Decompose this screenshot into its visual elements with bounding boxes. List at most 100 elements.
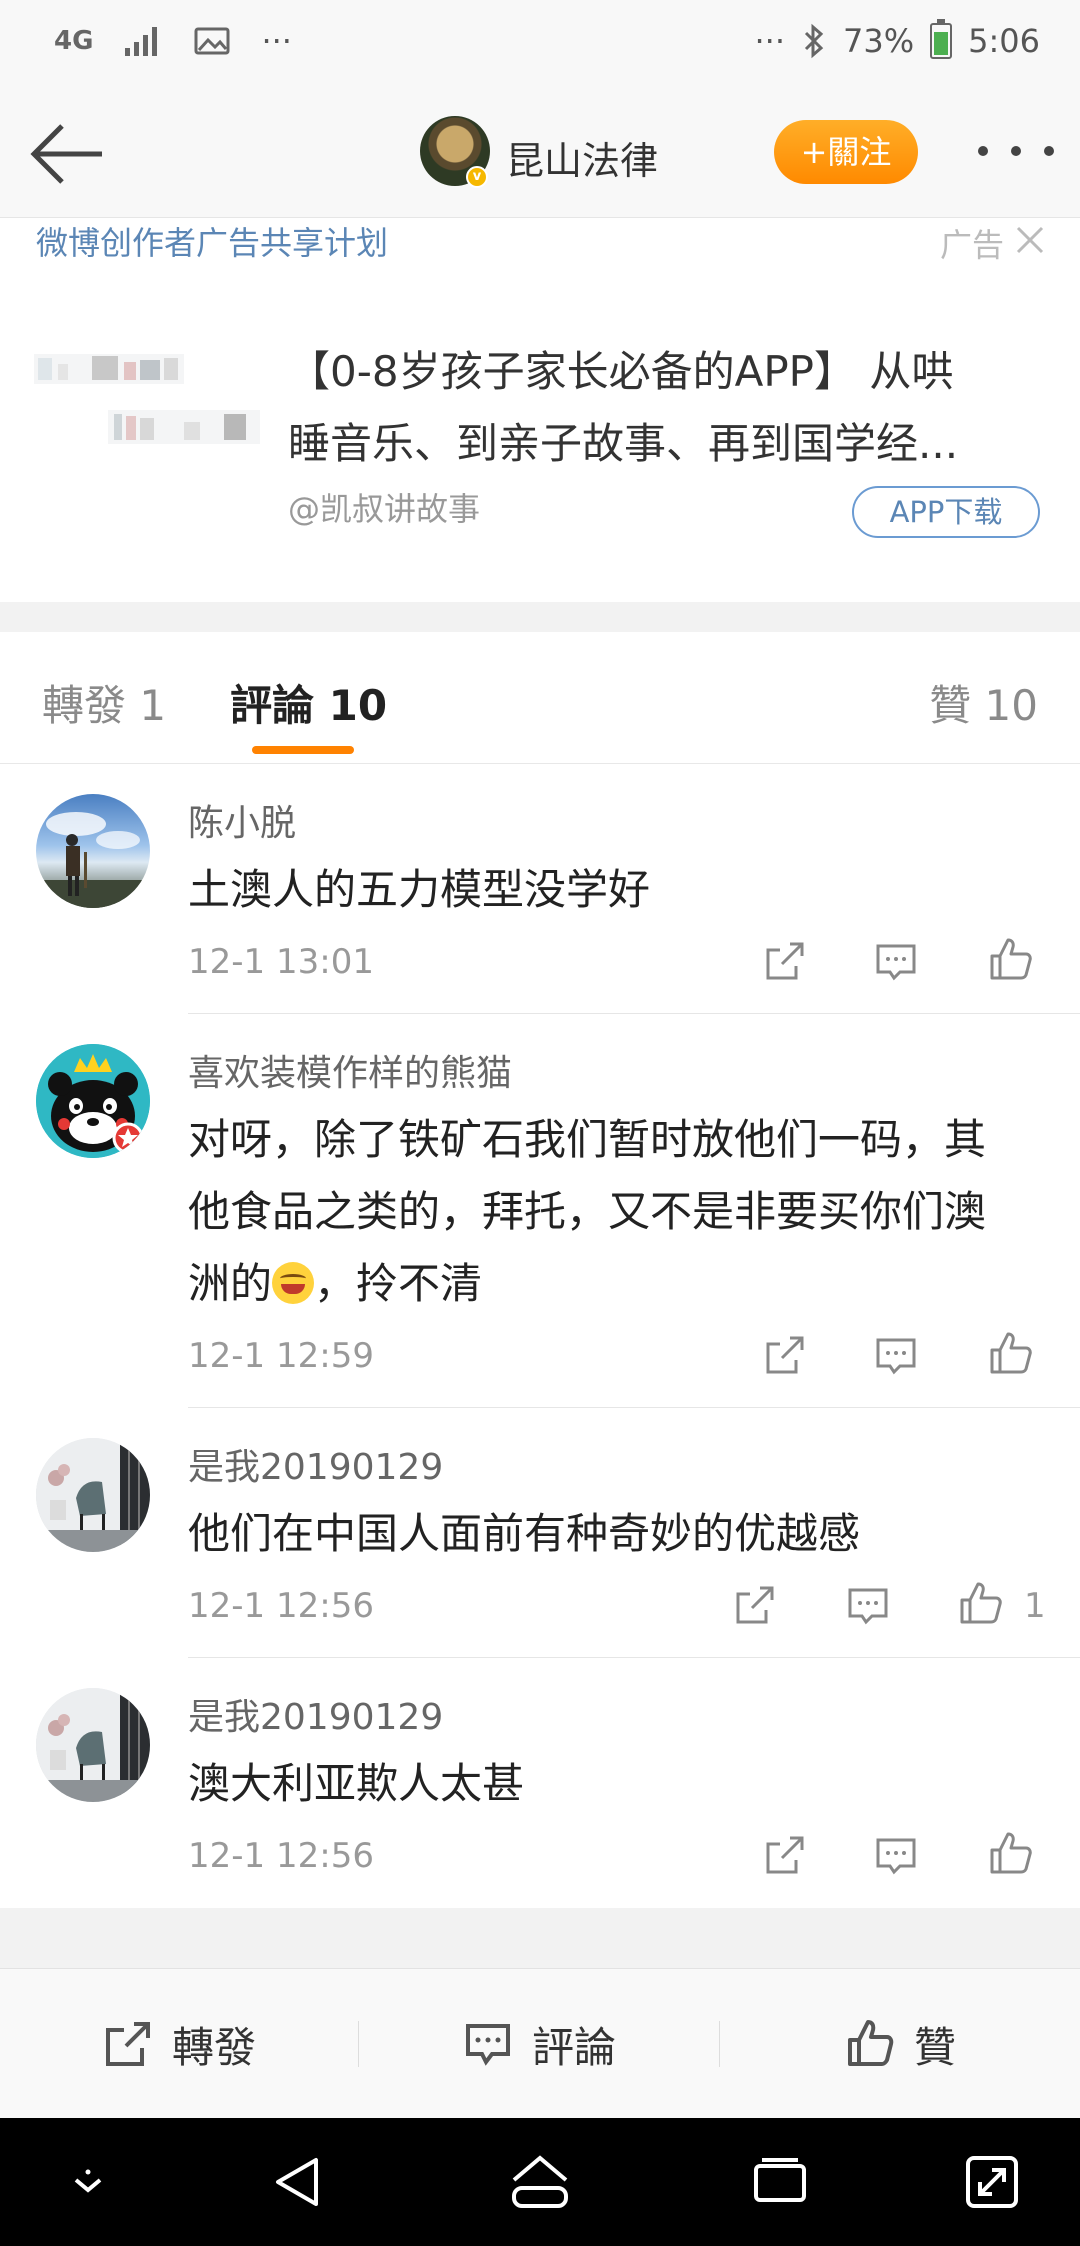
- image-notification-icon: [194, 27, 230, 55]
- app-download-button[interactable]: APP下载: [852, 486, 1040, 538]
- chevron-down-icon: [74, 2169, 102, 2193]
- comment-text: 土澳人的五力模型没学好: [188, 865, 651, 914]
- status-bar: 4G ··· ··· 73% 5:06: [0, 0, 1080, 90]
- like-comment-button[interactable]: [986, 1830, 1034, 1878]
- signal-icon: [125, 27, 158, 56]
- like-comment-button[interactable]: [986, 1330, 1034, 1378]
- hide-keyboard-button[interactable]: [58, 2152, 118, 2212]
- reply-comment-button[interactable]: [872, 1832, 920, 1880]
- comment-author[interactable]: 喜欢装模作样的熊猫: [188, 1044, 512, 1096]
- comment-icon: [876, 944, 916, 981]
- repost-comment-button[interactable]: [760, 1832, 808, 1880]
- comment-icon: [848, 1588, 888, 1625]
- thumbs-up-icon: [847, 2020, 894, 2066]
- ad-program-label[interactable]: 微博创作者广告共享计划: [36, 218, 388, 264]
- more-icon: [978, 146, 988, 156]
- comment-list: 陈小脱 土澳人的五力模型没学好 12-1 13:01 喜欢装模作样的熊猫 对呀，…: [0, 764, 1080, 1908]
- repost-button[interactable]: 轉發: [0, 1969, 358, 2119]
- tab-comment[interactable]: 評論 10: [230, 672, 387, 733]
- comment-item[interactable]: 是我20190129 澳大利亚欺人太甚 12-1 12:56: [0, 1658, 1080, 1908]
- tab-like[interactable]: 贊 10: [929, 672, 1038, 733]
- more-status-indicator: ···: [754, 22, 786, 60]
- comment-button[interactable]: 評論: [359, 1969, 719, 2119]
- recents-icon: [754, 2158, 806, 2202]
- share-icon: [766, 1336, 804, 1374]
- comment-text: 澳大利亚欺人太甚: [188, 1759, 525, 1808]
- comment-author[interactable]: 陈小脱: [188, 794, 296, 846]
- thumbs-up-icon: [960, 1582, 1002, 1624]
- comment-item[interactable]: 是我20190129 他们在中国人面前有种奇妙的优越感 12-1 12:56 1: [0, 1408, 1080, 1658]
- ad-description-line: 【0-8岁孩子家长必备的APP】 从哄: [288, 347, 954, 396]
- share-icon: [736, 1586, 774, 1624]
- ad-source[interactable]: @凯叔讲故事: [288, 484, 480, 530]
- reply-comment-button[interactable]: [872, 938, 920, 986]
- system-navigation-bar: [0, 2118, 1080, 2246]
- avatar[interactable]: [36, 1688, 150, 1802]
- more-options-button[interactable]: [978, 126, 1054, 176]
- clock: 5:06: [968, 22, 1040, 60]
- repost-comment-button[interactable]: [760, 938, 808, 986]
- reply-comment-button[interactable]: [872, 1332, 920, 1380]
- repost-comment-button[interactable]: [730, 1582, 778, 1630]
- like-count: 1: [1024, 1586, 1046, 1626]
- laughing-emoji-icon: [272, 1262, 315, 1304]
- network-indicator: 4G: [54, 26, 94, 56]
- repost-label: 轉發: [171, 2022, 256, 2072]
- repost-comment-button[interactable]: [760, 1332, 808, 1380]
- home-icon: [512, 2155, 568, 2208]
- ad-label: 广告: [939, 226, 1004, 264]
- nav-back-button[interactable]: [270, 2152, 330, 2212]
- like-label: 贊: [913, 2022, 956, 2072]
- comment-item[interactable]: 喜欢装模作样的熊猫 对呀，除了铁矿石我们暂时放他们一码，其 他食品之类的，拜托，…: [0, 1014, 1080, 1408]
- comment-text: 他们在中国人面前有种奇妙的优越感: [188, 1509, 861, 1558]
- list-footer-strip: [0, 1908, 1080, 1968]
- like-comment-button[interactable]: [986, 936, 1034, 984]
- ad-description[interactable]: 【0-8岁孩子家长必备的APP】 从哄 睡音乐、到亲子故事、再到国学经...: [288, 336, 1048, 480]
- comment-text-segment: 洲的: [188, 1259, 273, 1308]
- more-notifications-indicator: ···: [261, 22, 292, 60]
- comment-label: 評論: [531, 2022, 616, 2072]
- avatar[interactable]: [36, 1438, 150, 1552]
- back-button[interactable]: [28, 114, 108, 194]
- comment-time: 12-1 12:56: [188, 1586, 374, 1626]
- comment-author[interactable]: 是我20190129: [188, 1688, 443, 1740]
- avatar[interactable]: [36, 794, 150, 908]
- ad-thumbnail-image[interactable]: [34, 336, 260, 466]
- battery-icon: [930, 19, 953, 59]
- close-icon: [1016, 226, 1044, 254]
- comment-item[interactable]: 陈小脱 土澳人的五力模型没学好 12-1 13:01: [0, 764, 1080, 1014]
- reply-comment-button[interactable]: [844, 1582, 892, 1630]
- comment-icon: [465, 2024, 510, 2066]
- share-icon: [766, 1836, 804, 1874]
- like-button[interactable]: 贊: [720, 1969, 1080, 2119]
- back-arrow-icon: [30, 124, 102, 184]
- thumbs-up-icon: [990, 1832, 1032, 1874]
- comment-text-line: 他食品之类的，拜托，又不是非要买你们澳: [188, 1187, 987, 1236]
- post-tabs: 轉發 1 評論 10 贊 10: [0, 632, 1080, 764]
- sponsored-ad-card[interactable]: 微博创作者广告共享计划 广告 【0-8岁孩子家长必备的APP】 从哄 睡音乐、到…: [0, 218, 1080, 602]
- like-comment-button[interactable]: [956, 1580, 1004, 1628]
- author-name[interactable]: 昆山法律: [506, 130, 658, 185]
- avatar[interactable]: [36, 1044, 150, 1158]
- comment-text-line: 对呀，除了铁矿石我们暂时放他们一码，其: [188, 1115, 987, 1164]
- expand-icon: [966, 2156, 1018, 2208]
- comment-time: 12-1 12:59: [188, 1336, 374, 1376]
- comment-text: 对呀，除了铁矿石我们暂时放他们一码，其 他食品之类的，拜托，又不是非要买你们澳 …: [188, 1104, 1048, 1320]
- top-nav-bar: v 昆山法律 +關注: [0, 90, 1080, 218]
- comment-icon: [876, 1838, 916, 1875]
- close-ad-button[interactable]: [1014, 224, 1046, 256]
- tab-repost[interactable]: 轉發 1: [42, 672, 166, 733]
- bluetooth-icon: [804, 23, 824, 59]
- thumbs-up-icon: [990, 938, 1032, 980]
- nav-expand-button[interactable]: [962, 2152, 1022, 2212]
- comment-author[interactable]: 是我20190129: [188, 1438, 443, 1490]
- nav-home-button[interactable]: [510, 2152, 570, 2212]
- comment-icon: [876, 1338, 916, 1375]
- nav-recents-button[interactable]: [750, 2152, 810, 2212]
- ad-description-line: 睡音乐、到亲子故事、再到国学经...: [288, 419, 959, 468]
- active-tab-indicator: [252, 746, 354, 754]
- follow-button[interactable]: +關注: [774, 120, 918, 184]
- comment-time: 12-1 12:56: [188, 1836, 374, 1876]
- verified-badge-icon: v: [466, 166, 488, 188]
- thumbs-up-icon: [990, 1332, 1032, 1374]
